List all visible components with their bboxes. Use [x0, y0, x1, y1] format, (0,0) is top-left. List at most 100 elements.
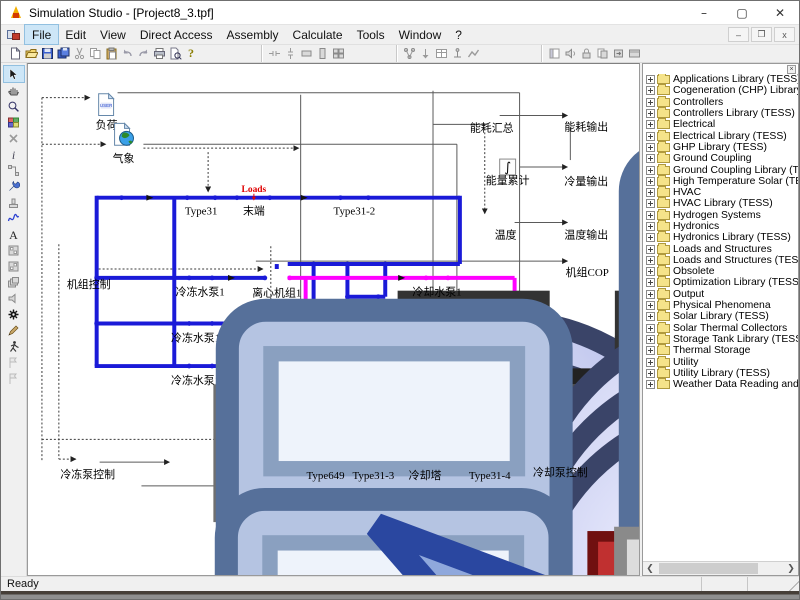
layers-tool-button[interactable]	[4, 274, 24, 290]
print-button[interactable]	[151, 46, 167, 61]
component-energy-integrator[interactable]: ∫ 能量累计	[486, 159, 530, 187]
text-tool-button[interactable]: A	[4, 226, 24, 242]
macro-grid-a-button[interactable]	[4, 242, 24, 258]
menu-item[interactable]: Direct Access	[133, 25, 220, 44]
fit-vertical-icon[interactable]	[282, 46, 298, 61]
open-button[interactable]	[23, 46, 39, 61]
link-nodes-tool-button[interactable]	[4, 162, 24, 178]
expand-plus-icon[interactable]	[646, 267, 655, 276]
expand-plus-icon[interactable]	[646, 335, 655, 344]
expand-plus-icon[interactable]	[646, 211, 655, 220]
expand-plus-icon[interactable]	[646, 380, 655, 389]
zoom-tool-button[interactable]	[4, 98, 24, 114]
view-lock-icon[interactable]	[578, 46, 594, 61]
mdi-close-button[interactable]: x	[774, 27, 795, 42]
delete-tool-button[interactable]	[4, 130, 24, 146]
expand-plus-icon[interactable]	[646, 245, 655, 254]
expand-plus-icon[interactable]	[646, 290, 655, 299]
link-mode-icon[interactable]	[401, 46, 417, 61]
library-item[interactable]: Applications Library (TESS)	[646, 74, 798, 85]
expand-plus-icon[interactable]	[646, 301, 655, 310]
library-item[interactable]: GHP Library (TESS)	[646, 142, 798, 153]
expand-plus-icon[interactable]	[646, 278, 655, 287]
library-item[interactable]: Ground Coupling	[646, 153, 798, 164]
view-export-icon[interactable]	[610, 46, 626, 61]
pan-hand-tool-button[interactable]	[4, 82, 24, 98]
trace-icon[interactable]	[465, 46, 481, 61]
library-item[interactable]: Output	[646, 289, 798, 300]
view-card-icon[interactable]	[626, 46, 642, 61]
menu-item[interactable]: Tools	[350, 25, 392, 44]
menu-item[interactable]: Assembly	[220, 25, 286, 44]
library-item[interactable]: Ground Coupling Library (TESS)	[646, 164, 798, 175]
library-item[interactable]: Obsolete	[646, 266, 798, 277]
view-audio-icon[interactable]	[562, 46, 578, 61]
table-icon[interactable]	[433, 46, 449, 61]
sort-icon[interactable]	[417, 46, 433, 61]
fit-horizontal-icon[interactable]	[266, 46, 282, 61]
library-item[interactable]: Loads and Structures	[646, 243, 798, 254]
scroll-right-icon[interactable]: ❯	[784, 562, 798, 575]
expand-plus-icon[interactable]	[646, 120, 655, 129]
menu-item[interactable]: ?	[448, 25, 469, 44]
library-item[interactable]: HVAC Library (TESS)	[646, 198, 798, 209]
view-report-icon[interactable]	[594, 46, 610, 61]
expand-plus-icon[interactable]	[646, 75, 655, 84]
new-button[interactable]	[7, 46, 23, 61]
maximize-button[interactable]: ▢	[723, 1, 761, 24]
undo-icon[interactable]	[119, 46, 135, 61]
size-icon[interactable]	[298, 46, 314, 61]
expand-plus-icon[interactable]	[646, 132, 655, 141]
draw-pen-tool-button[interactable]	[4, 322, 24, 338]
expand-plus-icon[interactable]	[646, 177, 655, 186]
tile-grid-icon[interactable]	[330, 46, 346, 61]
resize-grip[interactable]	[787, 577, 799, 591]
output-device-tool-button[interactable]	[4, 290, 24, 306]
menu-item[interactable]: Calculate	[286, 25, 350, 44]
library-item[interactable]: Optimization Library (TESS)	[646, 277, 798, 288]
copy-icon[interactable]	[87, 46, 103, 61]
component-weather-data[interactable]: 气象	[113, 123, 135, 165]
expand-plus-icon[interactable]	[646, 98, 655, 107]
expand-plus-icon[interactable]	[646, 312, 655, 321]
help-button[interactable]: ?	[183, 46, 199, 61]
expand-plus-icon[interactable]	[646, 86, 655, 95]
stamp-tool-button[interactable]	[4, 194, 24, 210]
expand-plus-icon[interactable]	[646, 109, 655, 118]
library-item[interactable]: HVAC	[646, 187, 798, 198]
library-item[interactable]: Hydronics Library (TESS)	[646, 232, 798, 243]
menu-item[interactable]: Window	[392, 25, 449, 44]
library-hscrollbar[interactable]: ❮ ❯	[643, 561, 798, 575]
panel-close-icon[interactable]: ×	[787, 65, 796, 74]
library-item[interactable]: Electrical	[646, 119, 798, 130]
menu-item[interactable]: File	[25, 25, 58, 44]
save-all-button[interactable]	[55, 46, 71, 61]
save-button[interactable]	[39, 46, 55, 61]
redo-icon[interactable]	[135, 46, 151, 61]
minimize-button[interactable]: –	[685, 1, 723, 24]
library-item[interactable]: Physical Phenomena	[646, 300, 798, 311]
close-button[interactable]: ✕	[761, 1, 799, 24]
expand-plus-icon[interactable]	[646, 199, 655, 208]
menu-item[interactable]: Edit	[58, 25, 93, 44]
macro-grid-b-button[interactable]	[4, 258, 24, 274]
signal-wave-tool-button[interactable]	[4, 210, 24, 226]
library-item[interactable]: Solar Library (TESS)	[646, 311, 798, 322]
library-item[interactable]: Utility	[646, 356, 798, 367]
library-item[interactable]: Storage Tank Library (TESS)	[646, 334, 798, 345]
expand-plus-icon[interactable]	[646, 358, 655, 367]
library-item[interactable]: Solar Thermal Collectors	[646, 323, 798, 334]
expand-plus-icon[interactable]	[646, 256, 655, 265]
expand-plus-icon[interactable]	[646, 154, 655, 163]
library-item[interactable]: Weather Data Reading and Process	[646, 379, 798, 390]
expand-plus-icon[interactable]	[646, 369, 655, 378]
print-preview-button[interactable]	[167, 46, 183, 61]
scroll-thumb[interactable]	[659, 563, 758, 574]
library-item[interactable]: Thermal Storage	[646, 345, 798, 356]
library-item[interactable]: Loads and Structures (TESS)	[646, 255, 798, 266]
library-item[interactable]: Controllers Library (TESS)	[646, 108, 798, 119]
run-person-tool-button[interactable]	[4, 338, 24, 354]
color-map-tool-button[interactable]	[4, 114, 24, 130]
library-item[interactable]: Hydronics	[646, 221, 798, 232]
cut-icon[interactable]	[71, 46, 87, 61]
